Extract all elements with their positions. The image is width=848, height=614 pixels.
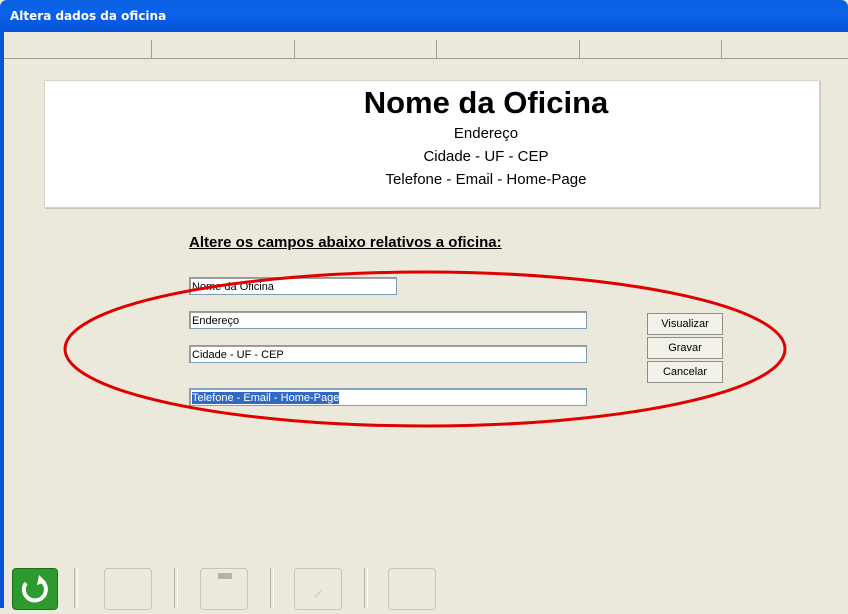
document-button[interactable] bbox=[388, 568, 436, 610]
separator bbox=[74, 568, 78, 608]
separator bbox=[270, 568, 274, 608]
toolbar-cell bbox=[437, 40, 580, 59]
edit-icon bbox=[314, 590, 322, 598]
save-button[interactable]: Gravar bbox=[647, 337, 723, 359]
toolbar-cell bbox=[722, 40, 848, 59]
toolbar-cell bbox=[152, 40, 295, 59]
separator bbox=[364, 568, 368, 608]
preview-contact: Telefone - Email - Home-Page bbox=[385, 171, 587, 188]
toolbar-cell bbox=[579, 40, 723, 59]
bottom-toolbar bbox=[4, 560, 848, 610]
name-field[interactable]: Nome da Oficina bbox=[189, 277, 397, 295]
city-field[interactable]: Cidade - UF - CEP bbox=[189, 345, 587, 363]
contact-field[interactable]: Telefone - Email - Home-Page bbox=[189, 388, 587, 406]
preview-address: Endereço bbox=[453, 125, 519, 142]
preview-panel: Nome da Oficina Endereço Cidade - UF - C… bbox=[44, 80, 820, 208]
refresh-arrow-icon bbox=[21, 575, 48, 603]
preview-button[interactable]: Visualizar bbox=[647, 313, 723, 335]
printer-icon bbox=[218, 573, 232, 579]
printer-button[interactable] bbox=[200, 568, 248, 610]
window-title: Altera dados da oficina bbox=[10, 9, 167, 23]
toolbar-button-blank[interactable] bbox=[104, 568, 152, 610]
contact-field-selected-text: Telefone - Email - Home-Page bbox=[192, 392, 340, 404]
address-field[interactable]: Endereço bbox=[189, 311, 587, 329]
window-frame-left bbox=[0, 32, 4, 608]
form-instruction: Altere os campos abaixo relativos a ofic… bbox=[189, 234, 502, 251]
toolbar-cell bbox=[4, 40, 153, 59]
toolbar bbox=[4, 40, 848, 59]
edit-button[interactable] bbox=[294, 568, 342, 610]
toolbar-cell bbox=[294, 40, 438, 59]
back-button[interactable] bbox=[12, 568, 58, 610]
preview-name: Nome da Oficina bbox=[363, 85, 609, 120]
title-bar: Altera dados da oficina bbox=[0, 0, 848, 32]
cancel-button[interactable]: Cancelar bbox=[647, 361, 723, 383]
preview-city: Cidade - UF - CEP bbox=[423, 148, 549, 165]
separator bbox=[174, 568, 178, 608]
